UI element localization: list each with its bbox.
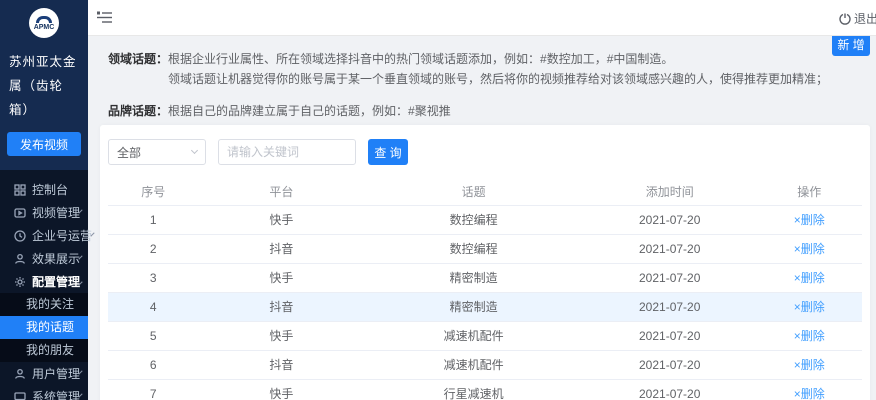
cell-topic: 减速机配件 [364, 350, 583, 379]
sidebar-item-video-management[interactable]: 视频管理 [0, 201, 88, 224]
table-row: 5快手减速机配件2021-07-20 ×删除 [108, 321, 862, 350]
company-title: 苏州亚太金属（齿轮箱） [0, 46, 88, 122]
cell-platform: 抖音 [198, 234, 364, 263]
cell-topic: 减速机配件 [364, 321, 583, 350]
cell-topic: 精密制造 [364, 263, 583, 292]
company-logo: APMC [29, 8, 59, 38]
logo-text: APMC [34, 24, 55, 31]
monitor-icon [13, 390, 26, 400]
cell-platform: 抖音 [198, 350, 364, 379]
cell-index: 4 [108, 292, 198, 321]
topics-table: 序号 平台 话题 添加时间 操作 1快手数控编程2021-07-20×删除2抖音… [108, 179, 862, 400]
cell-index: 5 [108, 321, 198, 350]
cell-platform: 快手 [198, 321, 364, 350]
field-topic-label: 领域话题： [108, 52, 168, 66]
cell-date: 2021-07-20 [583, 205, 756, 234]
cell-actions: ×删除 [756, 350, 862, 379]
user-icon [13, 252, 26, 265]
field-topic-notice: 领域话题：根据企业行业属性、所在领域选择抖音中的热门领域话题添加，例如：#数控加… [108, 49, 856, 69]
clock-icon [13, 229, 26, 242]
cell-actions: ×删除 [756, 321, 862, 350]
header-actions: 操作 [756, 179, 862, 205]
cell-platform: 快手 [198, 379, 364, 400]
delete-link[interactable]: ×删除 [794, 242, 825, 256]
sidebar-item-enterprise-operation[interactable]: 企业号运营 [0, 224, 88, 247]
logo-gear-arc-icon [36, 16, 52, 23]
keyword-input[interactable] [218, 139, 356, 165]
filter-bar: 全部 查 询 [108, 139, 862, 165]
table-row: 6抖音减速机配件2021-07-20 ×删除 [108, 350, 862, 379]
cell-date: 2021-07-20 [583, 234, 756, 263]
logout-icon [839, 13, 851, 25]
cell-platform: 快手 [198, 205, 364, 234]
table-header-row: 序号 平台 话题 添加时间 操作 [108, 179, 862, 205]
sidebar-item-my-follows[interactable]: 我的关注 [0, 293, 88, 316]
header-platform: 平台 [198, 179, 364, 205]
sidebar-collapse-icon[interactable] [97, 11, 112, 24]
sidebar-item-my-friends[interactable]: 我的朋友 [0, 339, 88, 362]
sidebar-item-effect-display[interactable]: 效果展示 [0, 247, 88, 270]
brand-topic-label: 品牌话题： [108, 104, 168, 118]
sidebar-item-system-management[interactable]: 系统管理 [0, 385, 88, 400]
cell-date: 2021-07-20 [583, 379, 756, 400]
cell-actions: ×删除 [756, 234, 862, 263]
header-index: 序号 [108, 179, 198, 205]
publish-video-button[interactable]: 发布视频 [7, 132, 81, 156]
sidebar: APMC 苏州亚太金属（齿轮箱） 发布视频 控制台 视频管理 企业号运营 [0, 0, 88, 400]
cell-index: 7 [108, 379, 198, 400]
table-row: 2抖音数控编程2021-07-20 ×删除 [108, 234, 862, 263]
field-topic-notice-line2: 领域话题让机器觉得你的账号属于某一个垂直领域的账号，然后将你的视频推荐给对该领域… [108, 69, 856, 89]
brand-topic-notice: 品牌话题：根据自己的品牌建立属于自己的话题，例如：#聚视推 [108, 101, 856, 121]
table-row: 1快手数控编程2021-07-20 ×删除 [108, 205, 862, 234]
delete-link[interactable]: ×删除 [794, 329, 825, 343]
gear-icon [13, 275, 26, 288]
cell-date: 2021-07-20 [583, 350, 756, 379]
cell-index: 3 [108, 263, 198, 292]
chevron-down-icon [191, 147, 198, 154]
platform-select[interactable]: 全部 [108, 139, 206, 165]
cell-date: 2021-07-20 [583, 292, 756, 321]
cell-index: 2 [108, 234, 198, 263]
cell-index: 6 [108, 350, 198, 379]
sidebar-menu: 控制台 视频管理 企业号运营 效果展示 配置管 [0, 170, 88, 400]
cell-index: 1 [108, 205, 198, 234]
dashboard-icon [13, 183, 26, 196]
cell-platform: 抖音 [198, 292, 364, 321]
cell-date: 2021-07-20 [583, 321, 756, 350]
cell-actions: ×删除 [756, 292, 862, 321]
delete-link[interactable]: ×删除 [794, 387, 825, 400]
delete-link[interactable]: ×删除 [794, 300, 825, 314]
header-date: 添加时间 [583, 179, 756, 205]
video-icon [13, 206, 26, 219]
delete-link[interactable]: ×删除 [794, 271, 825, 285]
table-row: 4抖音精密制造2021-07-20 ×删除 [108, 292, 862, 321]
cell-topic: 精密制造 [364, 292, 583, 321]
cell-topic: 行星减速机 [364, 379, 583, 400]
cell-actions: ×删除 [756, 205, 862, 234]
cell-actions: ×删除 [756, 263, 862, 292]
delete-link[interactable]: ×删除 [794, 213, 825, 227]
sidebar-item-my-topics[interactable]: 我的话题 [0, 316, 88, 339]
notice-section: 领域话题：根据企业行业属性、所在领域选择抖音中的热门领域话题添加，例如：#数控加… [88, 36, 876, 121]
table-row: 7快手行星减速机2021-07-20 ×删除 [108, 379, 862, 400]
sidebar-header: APMC 苏州亚太金属（齿轮箱） 发布视频 [0, 0, 88, 170]
cell-topic: 数控编程 [364, 205, 583, 234]
top-header-bar: 退出 [88, 0, 876, 36]
search-button[interactable]: 查 询 [368, 139, 408, 165]
logout-button[interactable]: 退出 [839, 10, 876, 27]
cell-platform: 快手 [198, 263, 364, 292]
sidebar-item-console[interactable]: 控制台 [0, 178, 88, 201]
sidebar-item-user-management[interactable]: 用户管理 [0, 362, 88, 385]
sidebar-item-config-management[interactable]: 配置管理 [0, 270, 88, 293]
header-topic: 话题 [364, 179, 583, 205]
cell-topic: 数控编程 [364, 234, 583, 263]
topics-card: 全部 查 询 序号 平台 话题 添加时间 操作 1快手数控编程2021-07-2… [100, 125, 870, 400]
delete-link[interactable]: ×删除 [794, 358, 825, 372]
users-icon [13, 367, 26, 380]
table-row: 3快手精密制造2021-07-20 ×删除 [108, 263, 862, 292]
config-submenu: 我的关注 我的话题 我的朋友 [0, 293, 88, 362]
cell-actions: ×删除 [756, 379, 862, 400]
cell-date: 2021-07-20 [583, 263, 756, 292]
